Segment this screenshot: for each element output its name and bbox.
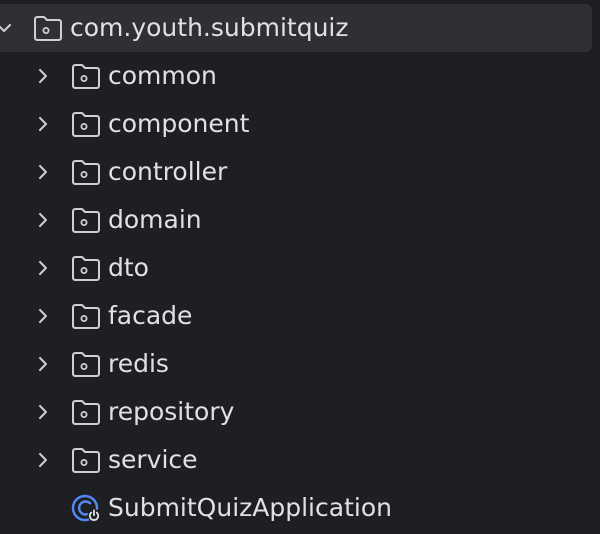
- tree-row-component[interactable]: component: [0, 100, 600, 148]
- tree-row-submit-quiz-application[interactable]: SubmitQuizApplication: [0, 484, 600, 532]
- package-folder-icon: [71, 110, 101, 138]
- tree-row-label: com.youth.submitquiz: [70, 13, 349, 42]
- chevron-right-icon[interactable]: [33, 66, 53, 86]
- tree-row-label: repository: [108, 397, 235, 426]
- package-folder-icon: [71, 254, 101, 282]
- chevron-right-icon[interactable]: [33, 210, 53, 230]
- chevron-right-icon[interactable]: [33, 306, 53, 326]
- tree-row-root-package[interactable]: com.youth.submitquiz: [0, 4, 592, 52]
- package-folder-icon: [71, 446, 101, 474]
- package-folder-icon: [71, 398, 101, 426]
- tree-row-label: domain: [108, 205, 202, 234]
- tree-row-label: redis: [108, 349, 169, 378]
- tree-row-label: SubmitQuizApplication: [108, 493, 392, 522]
- package-folder-icon: [71, 158, 101, 186]
- tree-row-label: dto: [108, 253, 149, 282]
- chevron-down-icon[interactable]: [0, 18, 14, 38]
- spring-boot-class-icon: [71, 494, 101, 522]
- chevron-right-icon[interactable]: [33, 354, 53, 374]
- chevron-right-icon[interactable]: [33, 402, 53, 422]
- tree-row-facade[interactable]: facade: [0, 292, 600, 340]
- package-folder-icon: [71, 206, 101, 234]
- package-folder-icon: [71, 302, 101, 330]
- tree-row-common[interactable]: common: [0, 52, 600, 100]
- tree-row-service[interactable]: service: [0, 436, 600, 484]
- tree-row-label: service: [108, 445, 198, 474]
- tree-row-label: controller: [108, 157, 228, 186]
- tree-row-label: common: [108, 61, 217, 90]
- tree-row-label: facade: [108, 301, 193, 330]
- tree-row-repository[interactable]: repository: [0, 388, 600, 436]
- tree-row-label: component: [108, 109, 250, 138]
- package-folder-icon: [71, 350, 101, 378]
- package-folder-icon: [71, 62, 101, 90]
- chevron-right-icon[interactable]: [33, 258, 53, 278]
- tree-row-redis[interactable]: redis: [0, 340, 600, 388]
- chevron-right-icon[interactable]: [33, 450, 53, 470]
- tree-row-domain[interactable]: domain: [0, 196, 600, 244]
- chevron-right-icon[interactable]: [33, 162, 53, 182]
- tree-row-controller[interactable]: controller: [0, 148, 600, 196]
- package-folder-icon: [33, 14, 63, 42]
- tree-row-dto[interactable]: dto: [0, 244, 600, 292]
- chevron-right-icon[interactable]: [33, 114, 53, 134]
- project-tree: com.youth.submitquiz common component co…: [0, 0, 600, 534]
